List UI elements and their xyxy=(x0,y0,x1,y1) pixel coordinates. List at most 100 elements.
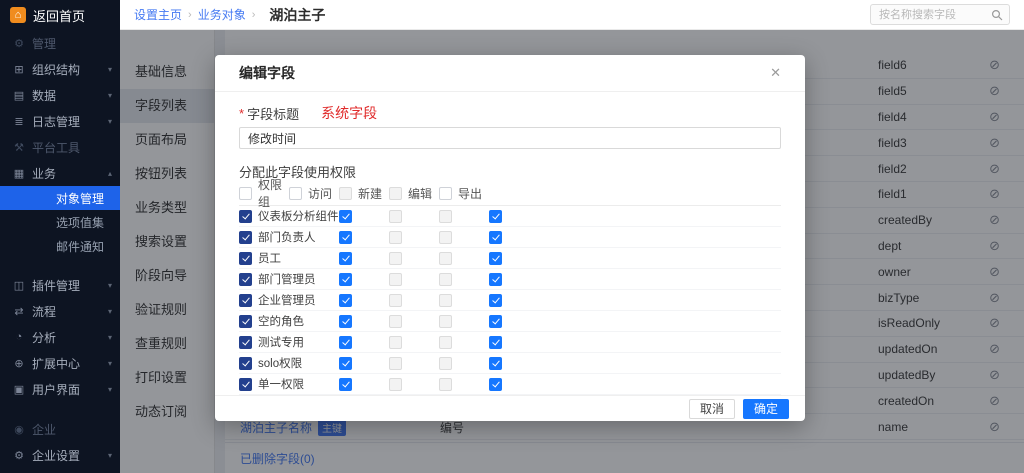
create-checkbox[interactable] xyxy=(389,252,402,265)
header-checkbox[interactable] xyxy=(389,187,402,200)
access-checkbox[interactable] xyxy=(339,357,352,370)
sidebar-item[interactable]: ⚙ 企业设置 xyxy=(0,442,120,468)
breadcrumb-link-business-object[interactable]: 业务对象 xyxy=(198,6,246,23)
sidebar-item-icon: ◫ xyxy=(12,279,26,292)
sidebar-item[interactable]: ⊕ 扩展中心 xyxy=(0,350,120,376)
header-checkbox[interactable] xyxy=(289,187,302,200)
perm-group-cell: 员工 xyxy=(239,250,339,266)
create-checkbox[interactable] xyxy=(389,378,402,391)
sidebar-item-icon: ⚙ xyxy=(12,37,26,50)
search-icon[interactable] xyxy=(991,9,1003,21)
edit-checkbox[interactable] xyxy=(439,315,452,328)
sidebar-item[interactable]: ⚙ 管理 xyxy=(0,30,120,56)
breadcrumb-link-settings-home[interactable]: 设置主页 xyxy=(134,6,182,23)
header-checkbox[interactable] xyxy=(339,187,352,200)
create-cell xyxy=(389,357,439,370)
modal-title: 编辑字段 xyxy=(239,63,295,83)
sidebar-item[interactable]: ◫ 插件管理 xyxy=(0,272,120,298)
edit-checkbox[interactable] xyxy=(439,210,452,223)
export-checkbox[interactable] xyxy=(489,336,502,349)
row-select-checkbox[interactable] xyxy=(239,252,252,265)
sidebar-item-label: 组织结构 xyxy=(32,61,104,78)
create-checkbox[interactable] xyxy=(389,336,402,349)
create-checkbox[interactable] xyxy=(389,357,402,370)
sidebar-item[interactable]: 邮件通知 xyxy=(0,234,120,258)
confirm-button[interactable]: 确定 xyxy=(743,399,789,419)
modal-footer: 取消 确定 xyxy=(215,395,805,421)
sidebar-item[interactable]: ▦ 业务 xyxy=(0,160,120,186)
edit-checkbox[interactable] xyxy=(439,273,452,286)
sidebar-item[interactable]: ▣ 用户界面 xyxy=(0,376,120,402)
row-select-checkbox[interactable] xyxy=(239,336,252,349)
edit-checkbox[interactable] xyxy=(439,378,452,391)
access-checkbox[interactable] xyxy=(339,210,352,223)
sidebar-item[interactable]: 选项值集 xyxy=(0,210,120,234)
edit-checkbox[interactable] xyxy=(439,252,452,265)
access-cell xyxy=(339,378,389,391)
access-checkbox[interactable] xyxy=(339,252,352,265)
sidebar-item[interactable]: ▤ 数据 xyxy=(0,82,120,108)
sidebar-item-icon: ⊕ xyxy=(12,357,26,370)
row-select-checkbox[interactable] xyxy=(239,315,252,328)
chevron-down-icon xyxy=(108,359,112,368)
back-to-home[interactable]: 返回首页 xyxy=(0,0,120,30)
access-checkbox[interactable] xyxy=(339,315,352,328)
create-checkbox[interactable] xyxy=(389,273,402,286)
perm-group-cell: 单一权限 xyxy=(239,376,339,392)
export-checkbox[interactable] xyxy=(489,273,502,286)
perm-group-cell: 企业管理员 xyxy=(239,292,339,308)
export-checkbox[interactable] xyxy=(489,210,502,223)
edit-checkbox[interactable] xyxy=(439,336,452,349)
export-checkbox[interactable] xyxy=(489,231,502,244)
sidebar-item[interactable]: ◔ 分析 xyxy=(0,324,120,350)
cancel-button[interactable]: 取消 xyxy=(689,399,735,419)
export-checkbox[interactable] xyxy=(489,294,502,307)
perm-header-label: 访问 xyxy=(308,185,332,202)
close-icon[interactable]: ✕ xyxy=(770,65,781,81)
field-title-input[interactable] xyxy=(239,127,781,149)
row-select-checkbox[interactable] xyxy=(239,231,252,244)
sidebar-item[interactable]: ≣ 日志管理 xyxy=(0,108,120,134)
chevron-down-icon xyxy=(108,307,112,316)
sidebar-item[interactable]: ⇄ 流程 xyxy=(0,298,120,324)
sidebar-item[interactable]: ⚒ 平台工具 xyxy=(0,134,120,160)
export-checkbox[interactable] xyxy=(489,315,502,328)
export-checkbox[interactable] xyxy=(489,378,502,391)
create-checkbox[interactable] xyxy=(389,210,402,223)
create-checkbox[interactable] xyxy=(389,294,402,307)
header-checkbox[interactable] xyxy=(239,187,252,200)
access-cell xyxy=(339,252,389,265)
search-input[interactable] xyxy=(877,8,991,22)
create-checkbox[interactable] xyxy=(389,231,402,244)
create-cell xyxy=(389,294,439,307)
export-cell xyxy=(489,336,539,349)
sidebar-item[interactable]: ◉ 企业 xyxy=(0,416,120,442)
row-select-checkbox[interactable] xyxy=(239,210,252,223)
search-box xyxy=(870,4,1010,25)
access-cell xyxy=(339,210,389,223)
header-checkbox[interactable] xyxy=(439,187,452,200)
sidebar-item[interactable]: ◈ 系统安全 xyxy=(0,468,120,473)
edit-checkbox[interactable] xyxy=(439,294,452,307)
row-select-checkbox[interactable] xyxy=(239,273,252,286)
edit-checkbox[interactable] xyxy=(439,231,452,244)
create-checkbox[interactable] xyxy=(389,315,402,328)
access-checkbox[interactable] xyxy=(339,294,352,307)
export-checkbox[interactable] xyxy=(489,252,502,265)
row-select-checkbox[interactable] xyxy=(239,378,252,391)
export-checkbox[interactable] xyxy=(489,357,502,370)
access-checkbox[interactable] xyxy=(339,231,352,244)
edit-checkbox[interactable] xyxy=(439,357,452,370)
access-checkbox[interactable] xyxy=(339,336,352,349)
sidebar-item[interactable]: 对象管理 xyxy=(0,186,120,210)
row-select-checkbox[interactable] xyxy=(239,357,252,370)
sidebar-item-icon: ≣ xyxy=(12,115,26,128)
row-select-checkbox[interactable] xyxy=(239,294,252,307)
create-cell xyxy=(389,273,439,286)
access-checkbox[interactable] xyxy=(339,378,352,391)
export-cell xyxy=(489,294,539,307)
sidebar-item[interactable]: ⊞ 组织结构 xyxy=(0,56,120,82)
access-checkbox[interactable] xyxy=(339,273,352,286)
sidebar-item-label: 流程 xyxy=(32,303,104,320)
field-title-label-row: * 字段标题 系统字段 xyxy=(239,105,781,121)
